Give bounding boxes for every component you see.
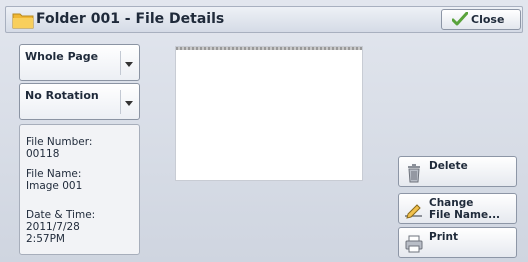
file-name-label: File Name:: [26, 168, 82, 180]
close-button-label: Close: [471, 13, 505, 26]
file-number-label: File Number:: [26, 136, 93, 148]
title-bar: Folder 001 - File Details Close: [5, 6, 523, 33]
delete-button[interactable]: Delete: [398, 156, 517, 187]
print-button-label: Print: [429, 231, 458, 243]
file-details-screen: Folder 001 - File Details Close Whole Pa…: [0, 0, 528, 262]
change-file-name-line2: File Name...: [429, 209, 501, 221]
time-value: 2:57PM: [26, 233, 65, 245]
folder-icon: [12, 13, 34, 29]
dropdown-button[interactable]: [120, 90, 137, 114]
file-name-value: Image 001: [26, 180, 83, 192]
file-info-panel: File Number: 00118 File Name: Image 001 …: [19, 124, 140, 255]
date-time-label: Date & Time:: [26, 209, 96, 221]
page-preview: [175, 46, 363, 181]
print-button[interactable]: Print: [398, 227, 517, 258]
chevron-down-icon: [125, 101, 133, 106]
scale-dropdown-value: Whole Page: [25, 50, 99, 63]
close-button[interactable]: Close: [441, 9, 521, 30]
scale-dropdown[interactable]: Whole Page: [19, 44, 140, 81]
delete-button-label: Delete: [429, 160, 468, 172]
change-file-name-button[interactable]: Change File Name...: [398, 193, 517, 224]
trash-icon: [408, 164, 420, 183]
printer-icon: [405, 235, 423, 253]
pencil-icon: [405, 204, 422, 219]
chevron-down-icon: [125, 62, 133, 67]
change-file-name-line1: Change: [429, 197, 474, 209]
preview-edge: [176, 47, 362, 50]
page-title: Folder 001 - File Details: [36, 11, 225, 27]
dropdown-button[interactable]: [120, 51, 137, 75]
file-number-value: 00118: [26, 148, 60, 160]
rotation-dropdown[interactable]: No Rotation: [19, 83, 140, 120]
checkmark-icon: [452, 12, 468, 26]
rotation-dropdown-value: No Rotation: [25, 89, 99, 102]
date-value: 2011/7/28: [26, 221, 80, 233]
